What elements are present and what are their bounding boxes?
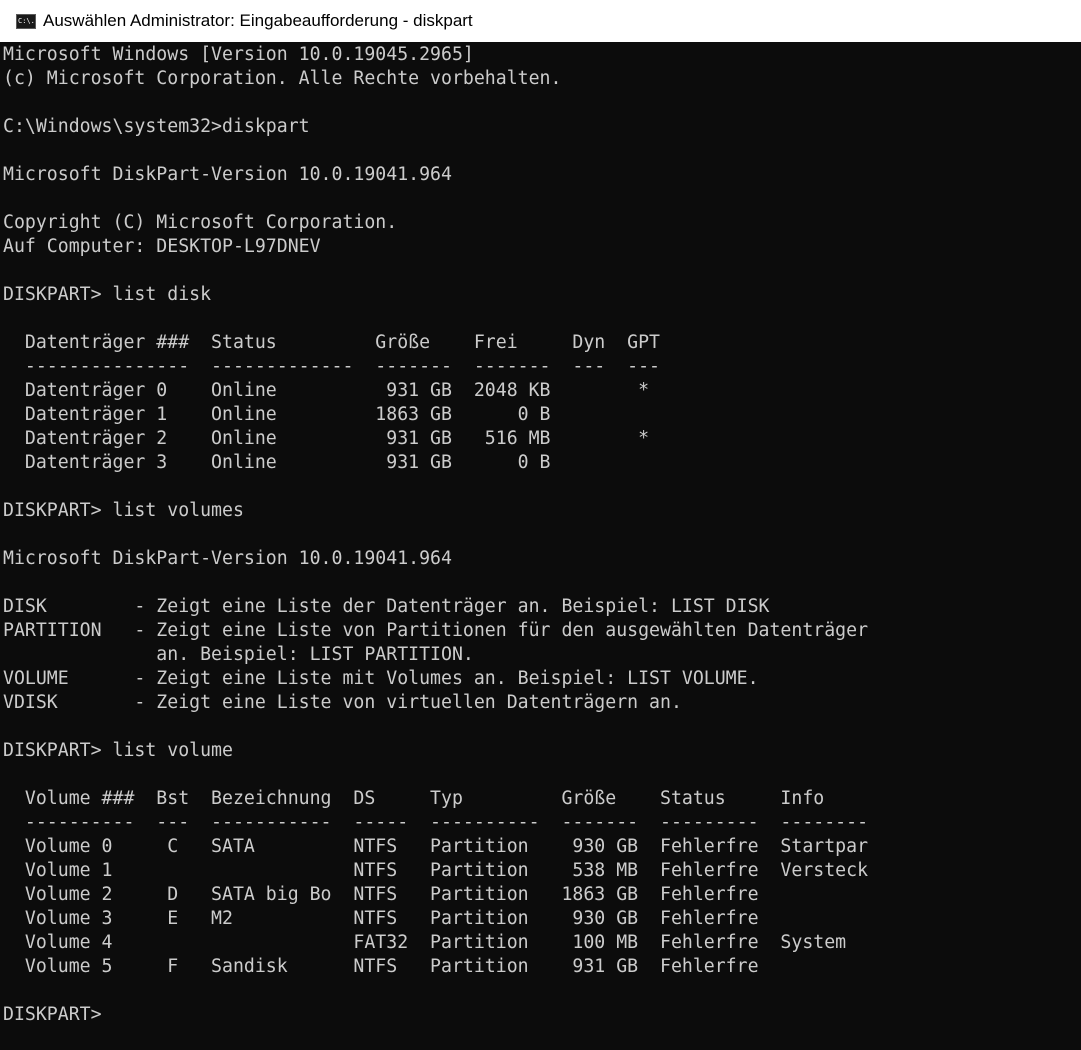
- console-line: ---------- --- ----------- ----- -------…: [3, 812, 869, 833]
- console-line: Datenträger 0 Online 931 GB 2048 KB *: [3, 380, 650, 401]
- console-line: Datenträger 3 Online 931 GB 0 B: [3, 452, 551, 473]
- console-line: Volume 4 FAT32 Partition 100 MB Fehlerfr…: [3, 932, 847, 953]
- console-line: Volume 5 F Sandisk NTFS Partition 931 GB…: [3, 956, 759, 977]
- console-line: PARTITION - Zeigt eine Liste von Partiti…: [3, 620, 869, 641]
- console-line: Volume ### Bst Bezeichnung DS Typ Größe …: [3, 788, 825, 809]
- console-line: (c) Microsoft Corporation. Alle Rechte v…: [3, 68, 562, 89]
- command-prompt-window: C:\. Auswählen Administrator: Eingabeauf…: [0, 0, 1081, 1050]
- console-line: DISKPART> list disk: [3, 284, 212, 305]
- console-line: Volume 1 NTFS Partition 538 MB Fehlerfre…: [3, 860, 869, 881]
- cmd-icon: C:\.: [16, 13, 36, 29]
- console-line: Auf Computer: DESKTOP-L97DNEV: [3, 236, 321, 257]
- console-output[interactable]: Microsoft Windows [Version 10.0.19045.29…: [3, 43, 1081, 1050]
- console-line: Volume 2 D SATA big Bo NTFS Partition 18…: [3, 884, 759, 905]
- console-line: Volume 0 C SATA NTFS Partition 930 GB Fe…: [3, 836, 869, 857]
- console-line: Datenträger 1 Online 1863 GB 0 B: [3, 404, 551, 425]
- console-line: Datenträger ### Status Größe Frei Dyn GP…: [3, 332, 660, 353]
- console-line: Microsoft Windows [Version 10.0.19045.29…: [3, 44, 474, 65]
- console-line: an. Beispiel: LIST PARTITION.: [3, 644, 474, 665]
- console-line: Volume 3 E M2 NTFS Partition 930 GB Fehl…: [3, 908, 759, 929]
- console-line: --------------- ------------- ------- --…: [3, 356, 660, 377]
- console-line: DISK - Zeigt eine Liste der Datenträger …: [3, 596, 770, 617]
- console-line: C:\Windows\system32>diskpart: [3, 116, 310, 137]
- console-line: Microsoft DiskPart-Version 10.0.19041.96…: [3, 548, 452, 569]
- title-bar[interactable]: C:\. Auswählen Administrator: Eingabeauf…: [0, 0, 1081, 42]
- console-line: DISKPART>: [3, 1004, 102, 1025]
- console-line: VOLUME - Zeigt eine Liste mit Volumes an…: [3, 668, 759, 689]
- console-line: VDISK - Zeigt eine Liste von virtuellen …: [3, 692, 682, 713]
- console-line: Microsoft DiskPart-Version 10.0.19041.96…: [3, 164, 452, 185]
- console-line: Copyright (C) Microsoft Corporation.: [3, 212, 398, 233]
- window-title: Auswählen Administrator: Eingabeaufforde…: [43, 11, 473, 30]
- console-line: DISKPART> list volume: [3, 740, 233, 761]
- console-line: Datenträger 2 Online 931 GB 516 MB *: [3, 428, 650, 449]
- console-line: DISKPART> list volumes: [3, 500, 244, 521]
